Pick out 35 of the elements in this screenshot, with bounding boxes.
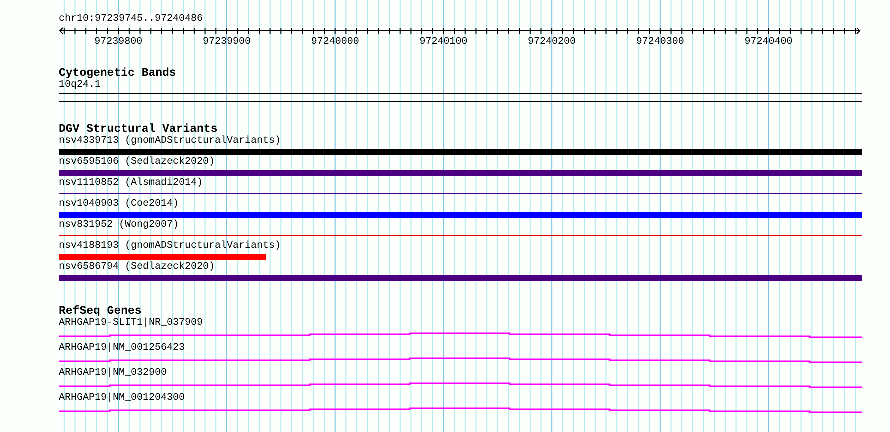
position-label: 97240100 — [420, 37, 468, 48]
position-label: 97239800 — [94, 37, 143, 48]
gene-label: ARHGAP19|NM_001204300 — [59, 393, 186, 405]
track-title: Cytogenetic Bands — [59, 67, 178, 80]
band-label: 10q24.1 — [59, 80, 102, 92]
position-label: 97239900 — [202, 37, 251, 48]
gene-label: ARHGAP19|NM_001256423 — [59, 343, 186, 355]
gene-line[interactable] — [59, 382, 862, 388]
gene-line[interactable] — [59, 332, 862, 338]
gene-line[interactable] — [59, 358, 862, 364]
gene-label: ARHGAP19-SLIT1|NR_037909 — [59, 318, 204, 330]
variant-bar[interactable] — [59, 212, 862, 218]
gene-label: ARHGAP19|NM_032900 — [59, 368, 168, 380]
variant-bar[interactable] — [59, 170, 862, 176]
position-label: 97240400 — [744, 37, 793, 48]
variant-label: nsv4339713 (gnomADStructuralVariants) — [59, 136, 282, 148]
variant-bar[interactable] — [59, 275, 862, 281]
variant-label: nsv6586794 (Sedlazeck2020) — [59, 262, 216, 274]
variant-line[interactable] — [59, 193, 862, 194]
cytoband-bar[interactable] — [59, 93, 862, 102]
track-title: RefSeq Genes — [59, 305, 142, 318]
track-title: DGV Structural Variants — [59, 123, 218, 136]
position-label: 97240000 — [311, 37, 360, 48]
gene-line[interactable] — [59, 408, 862, 414]
variant-label: nsv831952 (Wong2007) — [59, 220, 180, 232]
location-label: chr10:97239745..97240486 — [59, 14, 204, 26]
variant-label: nsv4188193 (gnomADStructuralVariants) — [59, 241, 282, 253]
variant-line[interactable] — [59, 235, 862, 236]
variant-label: nsv1110852 (Alsmadi2014) — [59, 178, 204, 190]
variant-bar[interactable] — [59, 149, 862, 155]
variant-label: nsv6595106 (Sedlazeck2020) — [59, 157, 216, 169]
variant-label: nsv1040903 (Coe2014) — [59, 199, 180, 211]
variant-bar[interactable] — [59, 254, 266, 260]
position-label: 97240300 — [636, 37, 684, 48]
position-label: 97240200 — [528, 37, 576, 48]
